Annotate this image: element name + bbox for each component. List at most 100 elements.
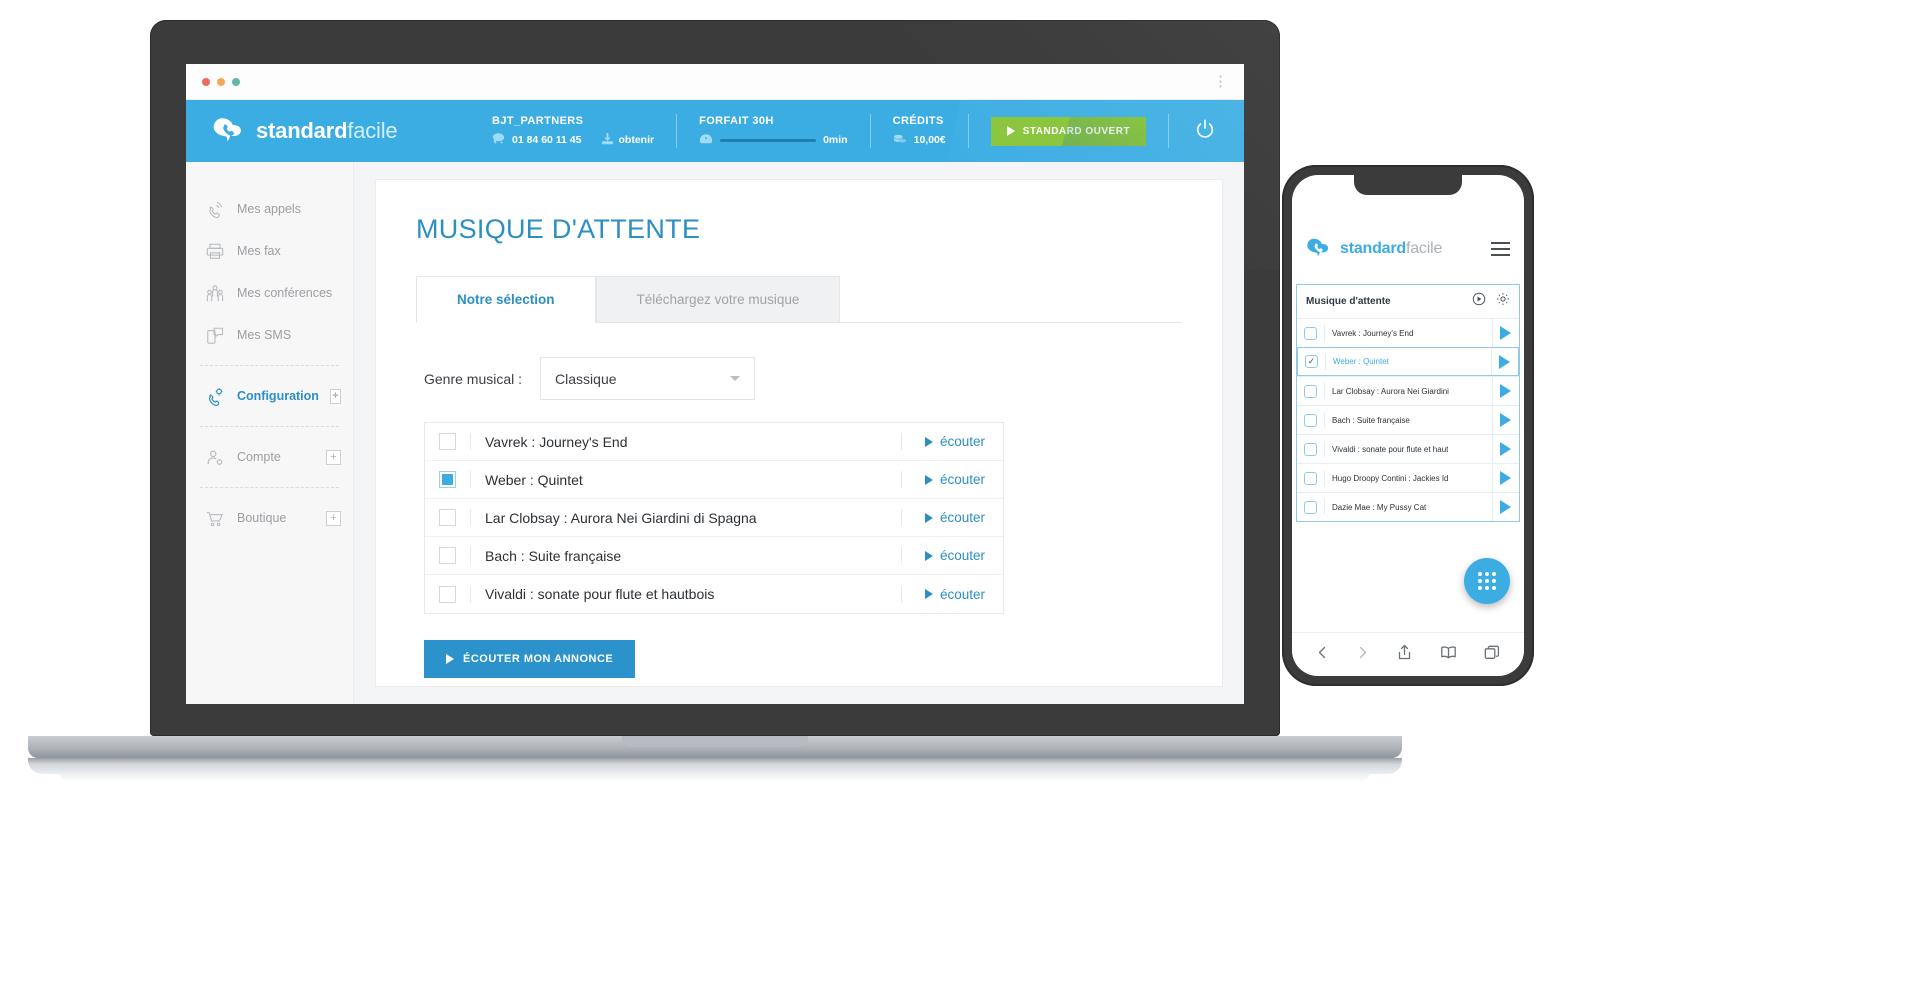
phone-music-panel: Musique d'attente Vavrek: Journey's End… (1296, 284, 1520, 522)
listen-button[interactable]: écouter (900, 471, 1003, 488)
track-checkbox[interactable] (439, 433, 456, 450)
dialpad-fab-button[interactable] (1464, 558, 1510, 604)
sidebar-item-configuration[interactable]: Configuration + (186, 375, 353, 417)
power-button[interactable] (1169, 119, 1241, 144)
phone-gear-icon (204, 386, 226, 406)
phone-header: standardfacile (1292, 227, 1524, 260)
phone-track-checkbox[interactable] (1304, 500, 1317, 514)
track-row[interactable]: Vavrek : Journey's End écouter (425, 423, 1003, 461)
track-checkbox[interactable] (439, 547, 456, 564)
listen-announcement-button[interactable]: ÉCOUTER MON ANNONCE (424, 640, 636, 678)
track-row[interactable]: Bach : Suite française écouter (425, 537, 1003, 575)
listen-button[interactable]: écouter (900, 585, 1003, 603)
play-circle-icon[interactable] (1472, 292, 1486, 311)
tab-telechargez-votre-musique[interactable]: Téléchargez votre musique (595, 276, 841, 323)
header-divider-3 (967, 114, 969, 148)
phone-screen: standardfacile Musique d'attente Vavrek … (1292, 175, 1524, 676)
maximize-icon[interactable] (232, 77, 240, 86)
sidebar-item-label: Mes conférences (237, 286, 333, 300)
phone-track-row[interactable]: Bach : Suite française (1297, 405, 1519, 434)
hamburger-icon[interactable] (1491, 238, 1510, 260)
phone-track-checkbox[interactable] (1304, 442, 1317, 456)
phone-play-button[interactable] (1492, 319, 1519, 347)
sidebar: Mes appels Mes fax Mes conférences Mes S… (186, 162, 354, 704)
sidebar-divider-3 (200, 487, 339, 488)
phone-track-checkbox[interactable] (1304, 413, 1317, 427)
sidebar-item-mes-sms[interactable]: Mes SMS (186, 314, 353, 356)
phone-play-button[interactable] (1491, 348, 1518, 375)
minimize-icon[interactable] (217, 77, 225, 86)
phone-track-name: Vavrek : Journey's End (1332, 328, 1414, 338)
sidebar-expand-button[interactable]: + (326, 510, 341, 526)
plan-block: FORFAIT 30H 0min (677, 115, 870, 148)
phone-track-row[interactable]: Lar Clobsay : Aurora Nei Giardini (1297, 376, 1519, 405)
phone-track-checkbox[interactable] (1304, 326, 1317, 340)
phone-notch (1354, 175, 1462, 195)
play-icon (1006, 126, 1015, 136)
track-row[interactable]: Vivaldi : sonate pour flute et hautbois … (425, 575, 1003, 613)
share-icon[interactable] (1397, 644, 1412, 666)
obtain-link[interactable]: obtenir (601, 132, 654, 148)
listen-button[interactable]: écouter (900, 433, 1003, 450)
standard-status-button[interactable]: STANDARD OUVERT (990, 116, 1147, 146)
track-name: Vavrek : Journey's End (485, 433, 628, 450)
brand-bold: standard (256, 118, 348, 143)
forward-icon[interactable] (1356, 645, 1369, 665)
phone-play-button[interactable] (1492, 435, 1519, 463)
play-icon (1500, 326, 1511, 340)
phone-track-checkbox[interactable] (1304, 471, 1317, 485)
phone-play-button[interactable] (1492, 377, 1519, 405)
phone-track-checkbox[interactable]: ✓ (1305, 355, 1318, 368)
phone-track-checkbox[interactable] (1304, 384, 1317, 398)
brand-logo-area[interactable]: standardfacile (212, 116, 462, 146)
gear-icon[interactable] (1496, 292, 1510, 311)
plan-progress-bar (720, 138, 817, 142)
track-checkbox[interactable] (439, 585, 456, 603)
row-divider (1324, 470, 1325, 486)
tab-notre-selection[interactable]: Notre sélection (416, 276, 596, 323)
sidebar-item-mes-fax[interactable]: Mes fax (186, 230, 353, 272)
listen-button[interactable]: écouter (900, 509, 1003, 526)
sidebar-item-boutique[interactable]: Boutique + (186, 497, 353, 539)
row-divider (470, 585, 471, 603)
sidebar-expand-button[interactable]: + (326, 449, 341, 465)
sidebar-item-mes-conferences[interactable]: Mes conférences (186, 272, 353, 314)
phone-track-name: Weber : Quintet (1333, 357, 1389, 366)
track-list: Vavrek : Journey's End écouter Weber: Q… (424, 422, 1004, 614)
phone-play-button[interactable] (1492, 493, 1519, 521)
phone-track-row[interactable]: Vivaldi : sonate pour flute et haut (1297, 434, 1519, 463)
play-icon (1500, 471, 1511, 485)
track-row[interactable]: Lar Clobsay : Aurora Nei Giardini di Spa… (425, 499, 1003, 537)
listen-button[interactable]: écouter (900, 547, 1003, 564)
kebab-menu-icon[interactable]: ⋮ (1213, 74, 1228, 89)
phone-track-name: Hugo Droopy Contini : Jackies Id (1332, 473, 1449, 483)
phone-play-button[interactable] (1492, 464, 1519, 492)
sidebar-item-label: Mes appels (237, 202, 301, 216)
phone-panel-actions (1472, 292, 1510, 311)
phone-track-row[interactable]: Vavrek : Journey's End (1297, 318, 1519, 347)
track-name: Weber : Quintet (485, 471, 583, 488)
credits-value: 10,00€ (913, 134, 946, 146)
listen-divider (900, 509, 902, 526)
row-divider (1324, 412, 1325, 428)
track-checkbox[interactable] (439, 471, 456, 488)
brand-text: standardfacile (256, 118, 398, 144)
bookmarks-icon[interactable] (1440, 645, 1457, 665)
phone-brand-light: facile (1405, 239, 1443, 257)
row-divider (1324, 441, 1325, 457)
phone-play-button[interactable] (1492, 406, 1519, 434)
phone-track-row[interactable]: ✓ Weber : Quintet (1297, 347, 1519, 376)
phone-track-row[interactable]: Hugo Droopy Contini : Jackies Id (1297, 463, 1519, 492)
tab-label: Téléchargez votre musique (636, 292, 800, 307)
track-row[interactable]: Weber : Quintet écouter (425, 461, 1003, 499)
track-checkbox[interactable] (439, 509, 456, 526)
content-area: MUSIQUE D'ATTENTE Notre sélection Téléch… (354, 162, 1244, 704)
tabs-icon[interactable] (1484, 645, 1500, 665)
genre-select[interactable]: Classique (540, 357, 756, 400)
close-icon[interactable] (202, 77, 210, 86)
sidebar-item-compte[interactable]: Compte + (186, 436, 353, 478)
sidebar-expand-button[interactable]: + (329, 388, 341, 404)
back-icon[interactable] (1316, 645, 1329, 665)
phone-track-row[interactable]: Dazie Mae : My Pussy Cat (1297, 492, 1519, 521)
sidebar-item-mes-appels[interactable]: Mes appels (186, 188, 353, 230)
